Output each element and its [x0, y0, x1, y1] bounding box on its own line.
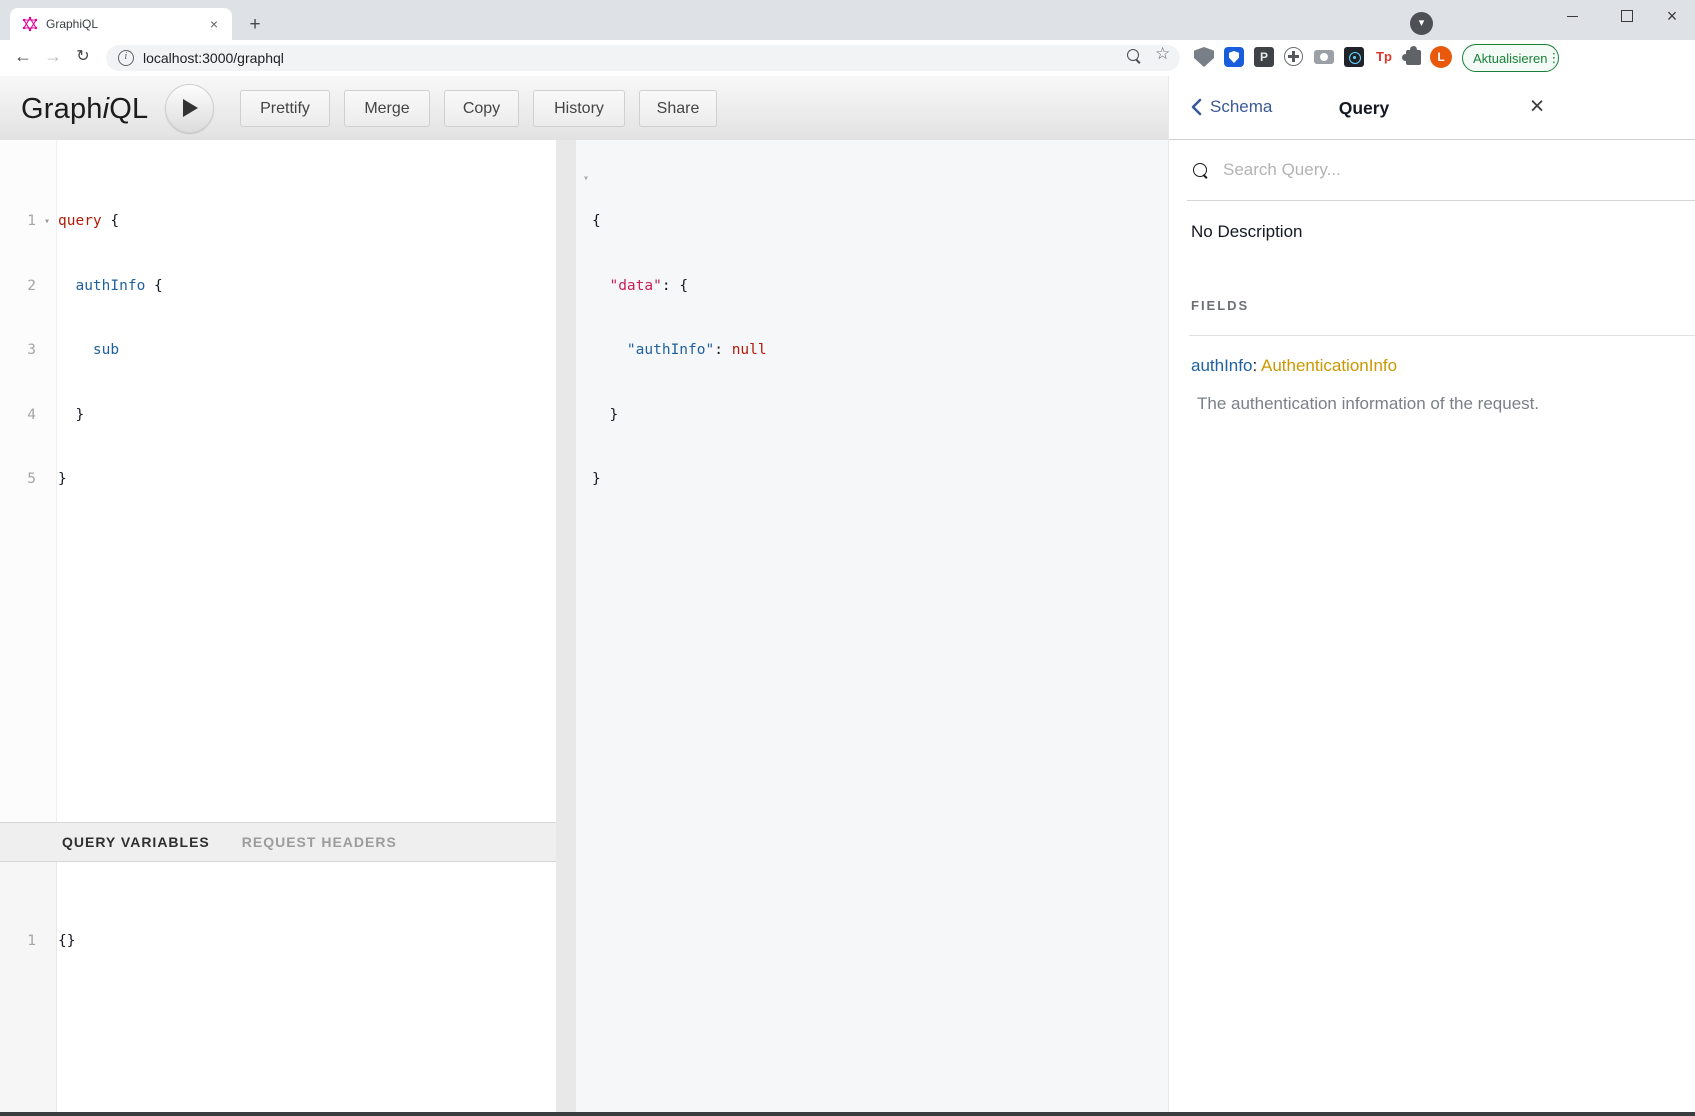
p-extension-icon[interactable]: P [1254, 47, 1274, 67]
share-button[interactable]: Share [639, 90, 717, 127]
update-label: Aktualisieren [1473, 51, 1547, 66]
query-line-5[interactable]: 5 } [0, 469, 556, 491]
doc-explorer-header: Schema Query × [1169, 76, 1695, 140]
tab-title: GraphiQL [46, 17, 206, 31]
field-type-link[interactable]: AuthenticationInfo [1261, 356, 1397, 375]
graphiql-logo: GraphiQL [21, 93, 148, 126]
copy-button[interactable]: Copy [444, 90, 519, 127]
back-button[interactable]: ← [10, 44, 36, 70]
tab-request-headers[interactable]: REQUEST HEADERS [242, 834, 397, 850]
zoom-icon[interactable] [1127, 49, 1139, 61]
variables-tab-bar: QUERY VARIABLES REQUEST HEADERS [0, 822, 556, 862]
execute-query-button[interactable] [165, 84, 214, 133]
history-button[interactable]: History [533, 90, 625, 127]
line-number: 3 [0, 340, 36, 362]
browser-tab-graphiql[interactable]: GraphiQL × [10, 8, 232, 40]
merge-button[interactable]: Merge [344, 90, 430, 127]
line-number: 4 [0, 405, 36, 427]
tab-close-icon[interactable]: × [206, 16, 222, 32]
prettify-button[interactable]: Prettify [240, 90, 330, 127]
forward-button[interactable]: → [40, 44, 66, 70]
window-close-button[interactable]: × [1649, 0, 1695, 32]
result-line-1: { [592, 211, 1168, 233]
window-maximize-button[interactable] [1604, 0, 1650, 32]
result-line-5: } [592, 469, 1168, 491]
result-viewer[interactable]: ▾ { "data": { "authInfo": null } } [576, 140, 1168, 1112]
profile-avatar[interactable]: L [1430, 46, 1452, 68]
tampermonkey-extension-icon[interactable]: Tp [1374, 47, 1394, 67]
docs-search-input[interactable] [1221, 159, 1695, 181]
window-minimize-button[interactable] [1549, 0, 1595, 32]
browser-window: GraphiQL × + ▾ × ← → ↻ i localhost:3000/… [0, 0, 1695, 1116]
docs-search-box[interactable] [1187, 140, 1695, 201]
query-line-1[interactable]: 1 ▾ query { [0, 211, 556, 233]
screenshot-extension-icon[interactable] [1314, 50, 1334, 64]
editor-resize-divider[interactable] [556, 140, 576, 1112]
extensions-puzzle-icon[interactable] [1406, 50, 1421, 65]
bitwarden-extension-icon[interactable] [1224, 47, 1244, 67]
new-tab-button[interactable]: + [242, 12, 268, 38]
query-editor[interactable]: 1 ▾ query { 2 authInfo { 3 sub 4 } 5 [0, 140, 556, 822]
field-colon: : [1252, 356, 1257, 375]
result-line-2: "data": { [592, 276, 1168, 298]
search-icon [1193, 163, 1207, 177]
tab-search-button[interactable]: ▾ [1410, 12, 1433, 35]
type-description: No Description [1191, 222, 1303, 242]
query-line-3[interactable]: 3 sub [0, 340, 556, 362]
graphql-favicon-icon [22, 16, 38, 32]
chevron-left-icon [1191, 98, 1202, 116]
url-text[interactable]: localhost:3000/graphql [143, 50, 284, 66]
line-number: 2 [0, 276, 36, 298]
tab-query-variables[interactable]: QUERY VARIABLES [62, 834, 210, 850]
query-line-4[interactable]: 4 } [0, 405, 556, 427]
address-bar[interactable]: i localhost:3000/graphql [106, 45, 1180, 71]
result-fold-arrow-icon[interactable]: ▾ [580, 168, 592, 190]
browser-menu-icon[interactable]: ⋮ [1547, 50, 1560, 66]
docs-back-label: Schema [1210, 97, 1272, 117]
crosshair-extension-icon[interactable] [1284, 47, 1303, 66]
docs-close-icon[interactable]: × [1521, 90, 1553, 122]
docs-title: Query [1319, 98, 1409, 119]
field-name-link[interactable]: authInfo [1191, 356, 1252, 375]
reload-button[interactable]: ↻ [70, 44, 96, 70]
chrome-update-button[interactable]: Aktualisieren ⋮ [1462, 44, 1559, 72]
toolbar-buttons: Prettify Merge Copy History Share [240, 90, 717, 127]
react-devtools-extension-icon[interactable] [1344, 47, 1364, 67]
tab-strip: GraphiQL × + ▾ × [0, 0, 1695, 40]
bookmark-star-icon[interactable]: ☆ [1155, 44, 1170, 64]
page-info-icon[interactable]: i [118, 50, 134, 66]
field-row-authinfo: authInfo: AuthenticationInfo [1191, 356, 1397, 376]
line-number: 1 [0, 211, 36, 233]
doc-explorer-panel: Schema Query × No Description FIELDS aut… [1168, 76, 1695, 1112]
result-line-3: "authInfo": null [592, 340, 1168, 362]
window-frame-edge [0, 1112, 1695, 1116]
line-number: 5 [0, 469, 36, 491]
fields-section-heading: FIELDS [1191, 298, 1249, 313]
line-number: 1 [0, 931, 36, 953]
query-line-2[interactable]: 2 authInfo { [0, 276, 556, 298]
fold-arrow-icon[interactable]: ▾ [36, 211, 58, 233]
variables-editor[interactable]: 1 {} [0, 862, 556, 1112]
field-description: The authentication information of the re… [1197, 394, 1539, 414]
variables-line-1[interactable]: 1 {} [0, 931, 556, 953]
fields-divider [1189, 335, 1695, 336]
result-line-4: } [592, 405, 1168, 427]
play-icon [183, 99, 198, 117]
docs-back-link[interactable]: Schema [1191, 97, 1272, 117]
